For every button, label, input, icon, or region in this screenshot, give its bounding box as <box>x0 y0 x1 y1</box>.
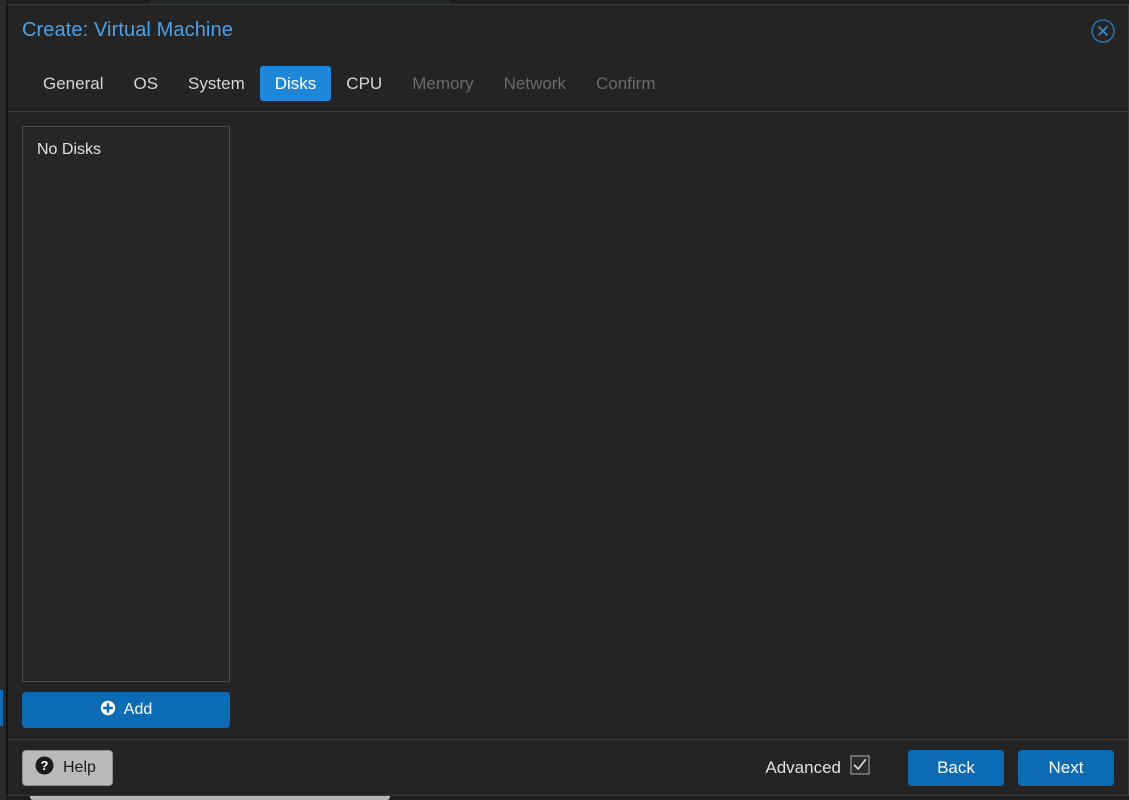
advanced-label: Advanced <box>765 757 841 777</box>
help-button[interactable]: ? Help <box>22 749 113 786</box>
tab-confirm: Confirm <box>581 66 671 101</box>
background-page-accent <box>0 690 3 726</box>
disks-panel: No Disks Add <box>8 112 1128 739</box>
dialog-title: Create: Virtual Machine <box>22 19 233 41</box>
close-icon[interactable] <box>1090 18 1116 44</box>
tab-general[interactable]: General <box>28 66 118 101</box>
tab-memory: Memory <box>397 66 488 101</box>
question-circle-icon: ? <box>35 756 54 780</box>
add-disk-button[interactable]: Add <box>22 692 230 728</box>
tab-cpu[interactable]: CPU <box>331 66 397 101</box>
tab-disks[interactable]: Disks <box>259 65 332 102</box>
dialog-footer: ? Help Advanced Back Next <box>8 739 1128 795</box>
tab-system[interactable]: System <box>173 66 260 101</box>
wizard-tabbar: General OS System Disks CPU Memory Netwo… <box>8 56 1128 112</box>
disk-column: No Disks Add <box>22 126 230 728</box>
create-vm-dialog: Create: Virtual Machine General OS Syste… <box>6 4 1129 796</box>
disk-list-empty-text: No Disks <box>37 141 102 158</box>
advanced-checkbox-group[interactable]: Advanced <box>765 755 870 780</box>
advanced-checkbox[interactable] <box>850 755 870 780</box>
add-disk-label: Add <box>123 701 153 718</box>
next-button[interactable]: Next <box>1018 749 1114 786</box>
tab-os[interactable]: OS <box>118 66 173 101</box>
dialog-titlebar: Create: Virtual Machine <box>8 5 1128 56</box>
svg-text:?: ? <box>41 758 49 773</box>
back-button[interactable]: Back <box>908 749 1004 786</box>
help-label: Help <box>63 758 96 776</box>
disk-list[interactable]: No Disks <box>22 126 230 682</box>
plus-circle-icon <box>100 700 116 721</box>
tab-network: Network <box>489 66 581 101</box>
